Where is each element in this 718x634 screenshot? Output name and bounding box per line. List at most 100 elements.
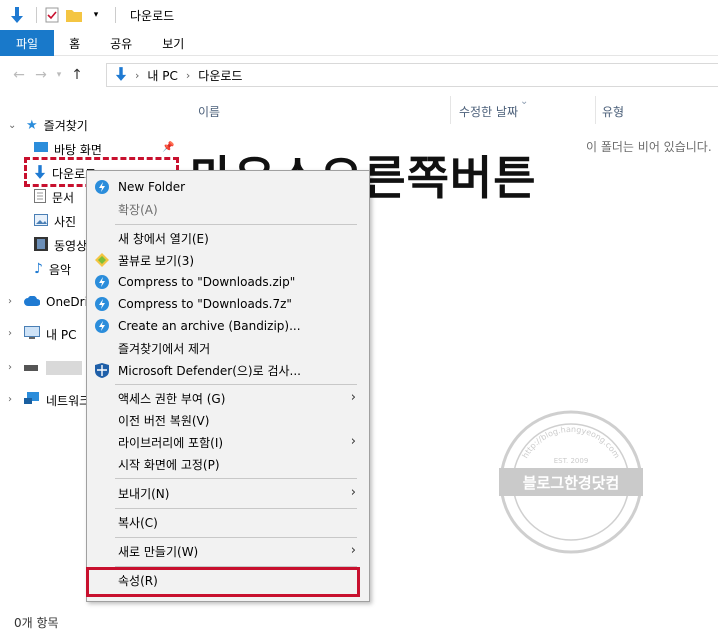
music-note-icon: ♪: [34, 261, 43, 277]
menu-item-compress-7z[interactable]: Compress to "Downloads.7z": [88, 293, 368, 315]
tab-share[interactable]: 공유: [95, 30, 147, 56]
menu-item-copy[interactable]: 복사(C): [88, 511, 368, 533]
pin-icon[interactable]: 📌: [162, 142, 174, 153]
menu-item-label: Compress to "Downloads.7z": [118, 297, 292, 311]
submenu-arrow-icon: ›: [350, 485, 356, 500]
menu-item-open-new-window[interactable]: 새 창에서 열기(E): [88, 227, 368, 249]
pictures-icon: [34, 213, 48, 229]
menu-item-label: 새 창에서 열기(E): [118, 231, 209, 246]
download-arrow-icon: [115, 66, 127, 84]
menu-separator: [115, 537, 357, 538]
film-icon: [34, 236, 48, 254]
sidebar-item-drive[interactable]: [24, 357, 82, 379]
bandizip-icon: [94, 179, 110, 195]
chevron-right-icon[interactable]: ›: [8, 362, 12, 373]
menu-item-honeyview[interactable]: 꿀뷰로 보기(3): [88, 249, 368, 271]
chevron-right-icon[interactable]: ›: [8, 394, 12, 405]
sidebar-item-label: 음악: [48, 262, 72, 277]
menu-item-new-folder[interactable]: New Folder: [88, 176, 368, 198]
new-folder-icon[interactable]: [65, 6, 83, 24]
properties-highlight-box: [86, 567, 360, 597]
address-bar[interactable]: › 내 PC › 다운로드: [106, 63, 718, 87]
ribbon-tabs: 파일 홈 공유 보기: [0, 30, 718, 56]
sidebar-item-music[interactable]: ♪ 음악: [34, 258, 71, 280]
menu-separator: [115, 478, 357, 479]
sidebar-item-documents[interactable]: 문서: [34, 186, 74, 208]
menu-item-remove-quick-access[interactable]: 즐겨찾기에서 제거: [88, 337, 368, 359]
menu-item-label: 액세스 권한 부여 (G): [118, 391, 226, 406]
menu-item-send-to[interactable]: 보내기(N) ›: [88, 482, 368, 504]
tab-home[interactable]: 홈: [54, 30, 95, 56]
menu-item-label: 라이브러리에 포함(I): [118, 435, 224, 450]
column-header-name[interactable]: 이름: [198, 100, 220, 122]
menu-item-give-access[interactable]: 액세스 권한 부여 (G) ›: [88, 387, 368, 409]
defender-shield-icon: [94, 362, 110, 378]
bandizip-icon: [94, 318, 110, 334]
watermark-url: http://blog.hangyeong.com: [521, 425, 622, 460]
menu-item-label: New Folder: [118, 180, 186, 194]
document-icon: [34, 188, 46, 206]
sidebar-item-label: 즐겨찾기: [43, 118, 88, 133]
qat-dropdown-icon[interactable]: ▾: [87, 6, 105, 24]
menu-item-label: 이전 버전 복원(V): [118, 413, 210, 428]
status-item-count: 0개 항목: [14, 616, 59, 630]
download-arrow-icon: [8, 6, 26, 24]
sidebar-item-videos[interactable]: 동영상: [34, 234, 87, 256]
menu-item-restore-previous[interactable]: 이전 버전 복원(V): [88, 409, 368, 431]
menu-item-label: 보내기(N): [118, 486, 170, 501]
sidebar-item-this-pc[interactable]: 내 PC: [24, 323, 76, 345]
star-icon: ★: [26, 117, 38, 133]
sidebar-item-label: 네트워크: [46, 393, 91, 408]
submenu-arrow-icon: ›: [350, 434, 356, 449]
sidebar-item-label: 문서: [52, 190, 75, 205]
chevron-right-icon[interactable]: ›: [8, 296, 12, 307]
qat-separator: [115, 7, 116, 23]
window-title: 다운로드: [130, 8, 175, 23]
properties-icon[interactable]: [43, 6, 61, 24]
chevron-right-icon[interactable]: ›: [186, 69, 190, 82]
column-header-modified[interactable]: 수정한 날짜: [459, 100, 518, 122]
forward-arrow-icon[interactable]: →: [30, 64, 52, 86]
chevron-down-icon[interactable]: ⌄: [8, 120, 16, 131]
sidebar-item-network[interactable]: 네트워크: [24, 389, 90, 411]
blurred-drive-label: [46, 361, 82, 375]
sidebar-item-label: 사진: [54, 214, 77, 229]
menu-item-create-archive[interactable]: Create an archive (Bandizip)...: [88, 315, 368, 337]
menu-item-label: Create an archive (Bandizip)...: [118, 319, 301, 333]
network-icon: [24, 391, 40, 409]
bandizip-icon: [94, 274, 110, 290]
menu-item-new[interactable]: 새로 만들기(W) ›: [88, 540, 368, 562]
context-menu: New Folder 확장(A) 새 창에서 열기(E) 꿀뷰로 보기(3) C…: [86, 170, 370, 602]
breadcrumb-this-pc[interactable]: 내 PC: [147, 67, 177, 84]
chevron-right-icon[interactable]: ›: [135, 69, 139, 82]
sidebar-item-label: 내 PC: [46, 327, 77, 342]
up-arrow-icon[interactable]: ↑: [66, 64, 88, 86]
menu-item-expand[interactable]: 확장(A): [88, 198, 368, 220]
sidebar-item-pictures[interactable]: 사진: [34, 210, 76, 232]
menu-item-label: 새로 만들기(W): [118, 544, 199, 559]
menu-item-label: 꿀뷰로 보기(3): [118, 253, 195, 268]
column-separator[interactable]: [595, 96, 596, 124]
tab-view[interactable]: 보기: [147, 30, 199, 56]
drive-icon: [24, 361, 40, 375]
bandizip-icon: [94, 296, 110, 312]
cloud-icon: [24, 295, 41, 309]
honeyview-icon: [94, 252, 110, 268]
menu-item-include-library[interactable]: 라이브러리에 포함(I) ›: [88, 431, 368, 453]
chevron-right-icon[interactable]: ›: [8, 328, 12, 339]
menu-item-compress-zip[interactable]: Compress to "Downloads.zip": [88, 271, 368, 293]
menu-item-pin-start[interactable]: 시작 화면에 고정(P): [88, 453, 368, 475]
empty-folder-message: 이 폴더는 비어 있습니다.: [586, 140, 712, 154]
breadcrumb-downloads[interactable]: 다운로드: [198, 67, 242, 84]
tab-file[interactable]: 파일: [0, 30, 55, 56]
column-header-type[interactable]: 유형: [602, 100, 624, 122]
sidebar-item-quick-access[interactable]: ★ 즐겨찾기: [26, 114, 88, 136]
menu-separator: [115, 384, 357, 385]
computer-icon: [24, 325, 40, 343]
menu-item-label: 시작 화면에 고정(P): [118, 457, 220, 472]
column-separator[interactable]: [450, 96, 451, 124]
menu-item-defender-scan[interactable]: Microsoft Defender(으)로 검사...: [88, 359, 368, 381]
recent-dropdown-icon[interactable]: ▾: [52, 64, 66, 86]
menu-item-label: 확장(A): [118, 202, 158, 217]
back-arrow-icon[interactable]: ←: [8, 64, 30, 86]
